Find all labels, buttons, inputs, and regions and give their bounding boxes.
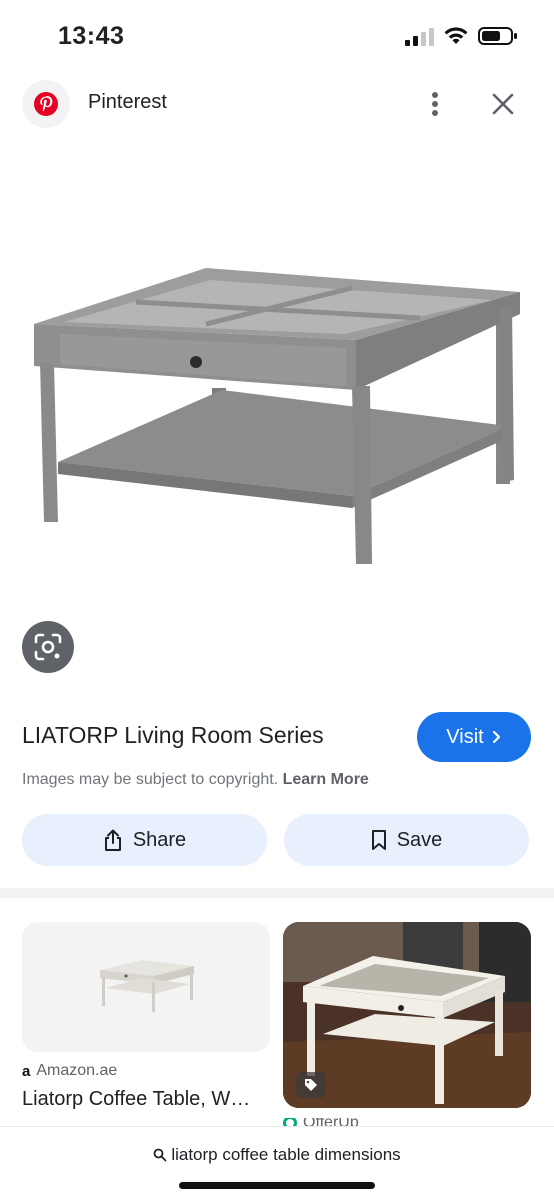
tag-icon	[296, 1072, 326, 1098]
share-label: Share	[132, 828, 187, 851]
visit-button[interactable]: Visit	[417, 712, 531, 762]
save-button[interactable]: Save	[284, 814, 529, 866]
related-card-1-source: a Amazon.ae	[22, 1062, 117, 1080]
pinterest-logo-icon[interactable]	[22, 80, 70, 128]
related-card-1-title[interactable]: Liatorp Coffee Table, W…	[22, 1088, 272, 1111]
learn-more-link[interactable]: Learn More	[283, 771, 369, 788]
bookmark-icon	[371, 830, 386, 850]
header: Pinterest	[0, 78, 554, 130]
bottom-search-bar[interactable]: liatorp coffee table dimensions	[0, 1126, 554, 1200]
result-title[interactable]: LIATORP Living Room Series	[22, 722, 324, 749]
visit-label: Visit	[446, 725, 484, 748]
chevron-right-icon	[492, 730, 500, 744]
signal-icon	[405, 28, 434, 46]
copyright-text: Images may be subject to copyright.	[22, 771, 283, 788]
wifi-icon	[444, 27, 468, 44]
related-card-1-source-label: Amazon.ae	[36, 1062, 118, 1079]
bottom-query-text: liatorp coffee table dimensions	[171, 1145, 401, 1164]
main-image[interactable]	[0, 140, 554, 620]
more-vert-icon[interactable]	[418, 86, 452, 122]
lens-icon[interactable]	[22, 621, 74, 673]
share-button[interactable]: Share	[22, 814, 267, 866]
section-divider	[0, 888, 554, 898]
source-name[interactable]: Pinterest	[88, 91, 167, 114]
home-indicator	[179, 1182, 375, 1189]
save-label: Save	[396, 828, 443, 851]
bottom-query[interactable]: liatorp coffee table dimensions	[0, 1145, 554, 1165]
battery-icon	[478, 27, 517, 45]
amazon-icon: a	[22, 1062, 31, 1080]
search-icon	[153, 1148, 167, 1162]
status-bar: 13:43	[0, 0, 554, 70]
status-time: 13:43	[58, 22, 125, 50]
share-icon	[104, 829, 121, 851]
related-card-1-image[interactable]	[22, 922, 270, 1052]
close-icon[interactable]	[485, 86, 521, 122]
copyright-notice: Images may be subject to copyright. Lear…	[22, 771, 369, 789]
